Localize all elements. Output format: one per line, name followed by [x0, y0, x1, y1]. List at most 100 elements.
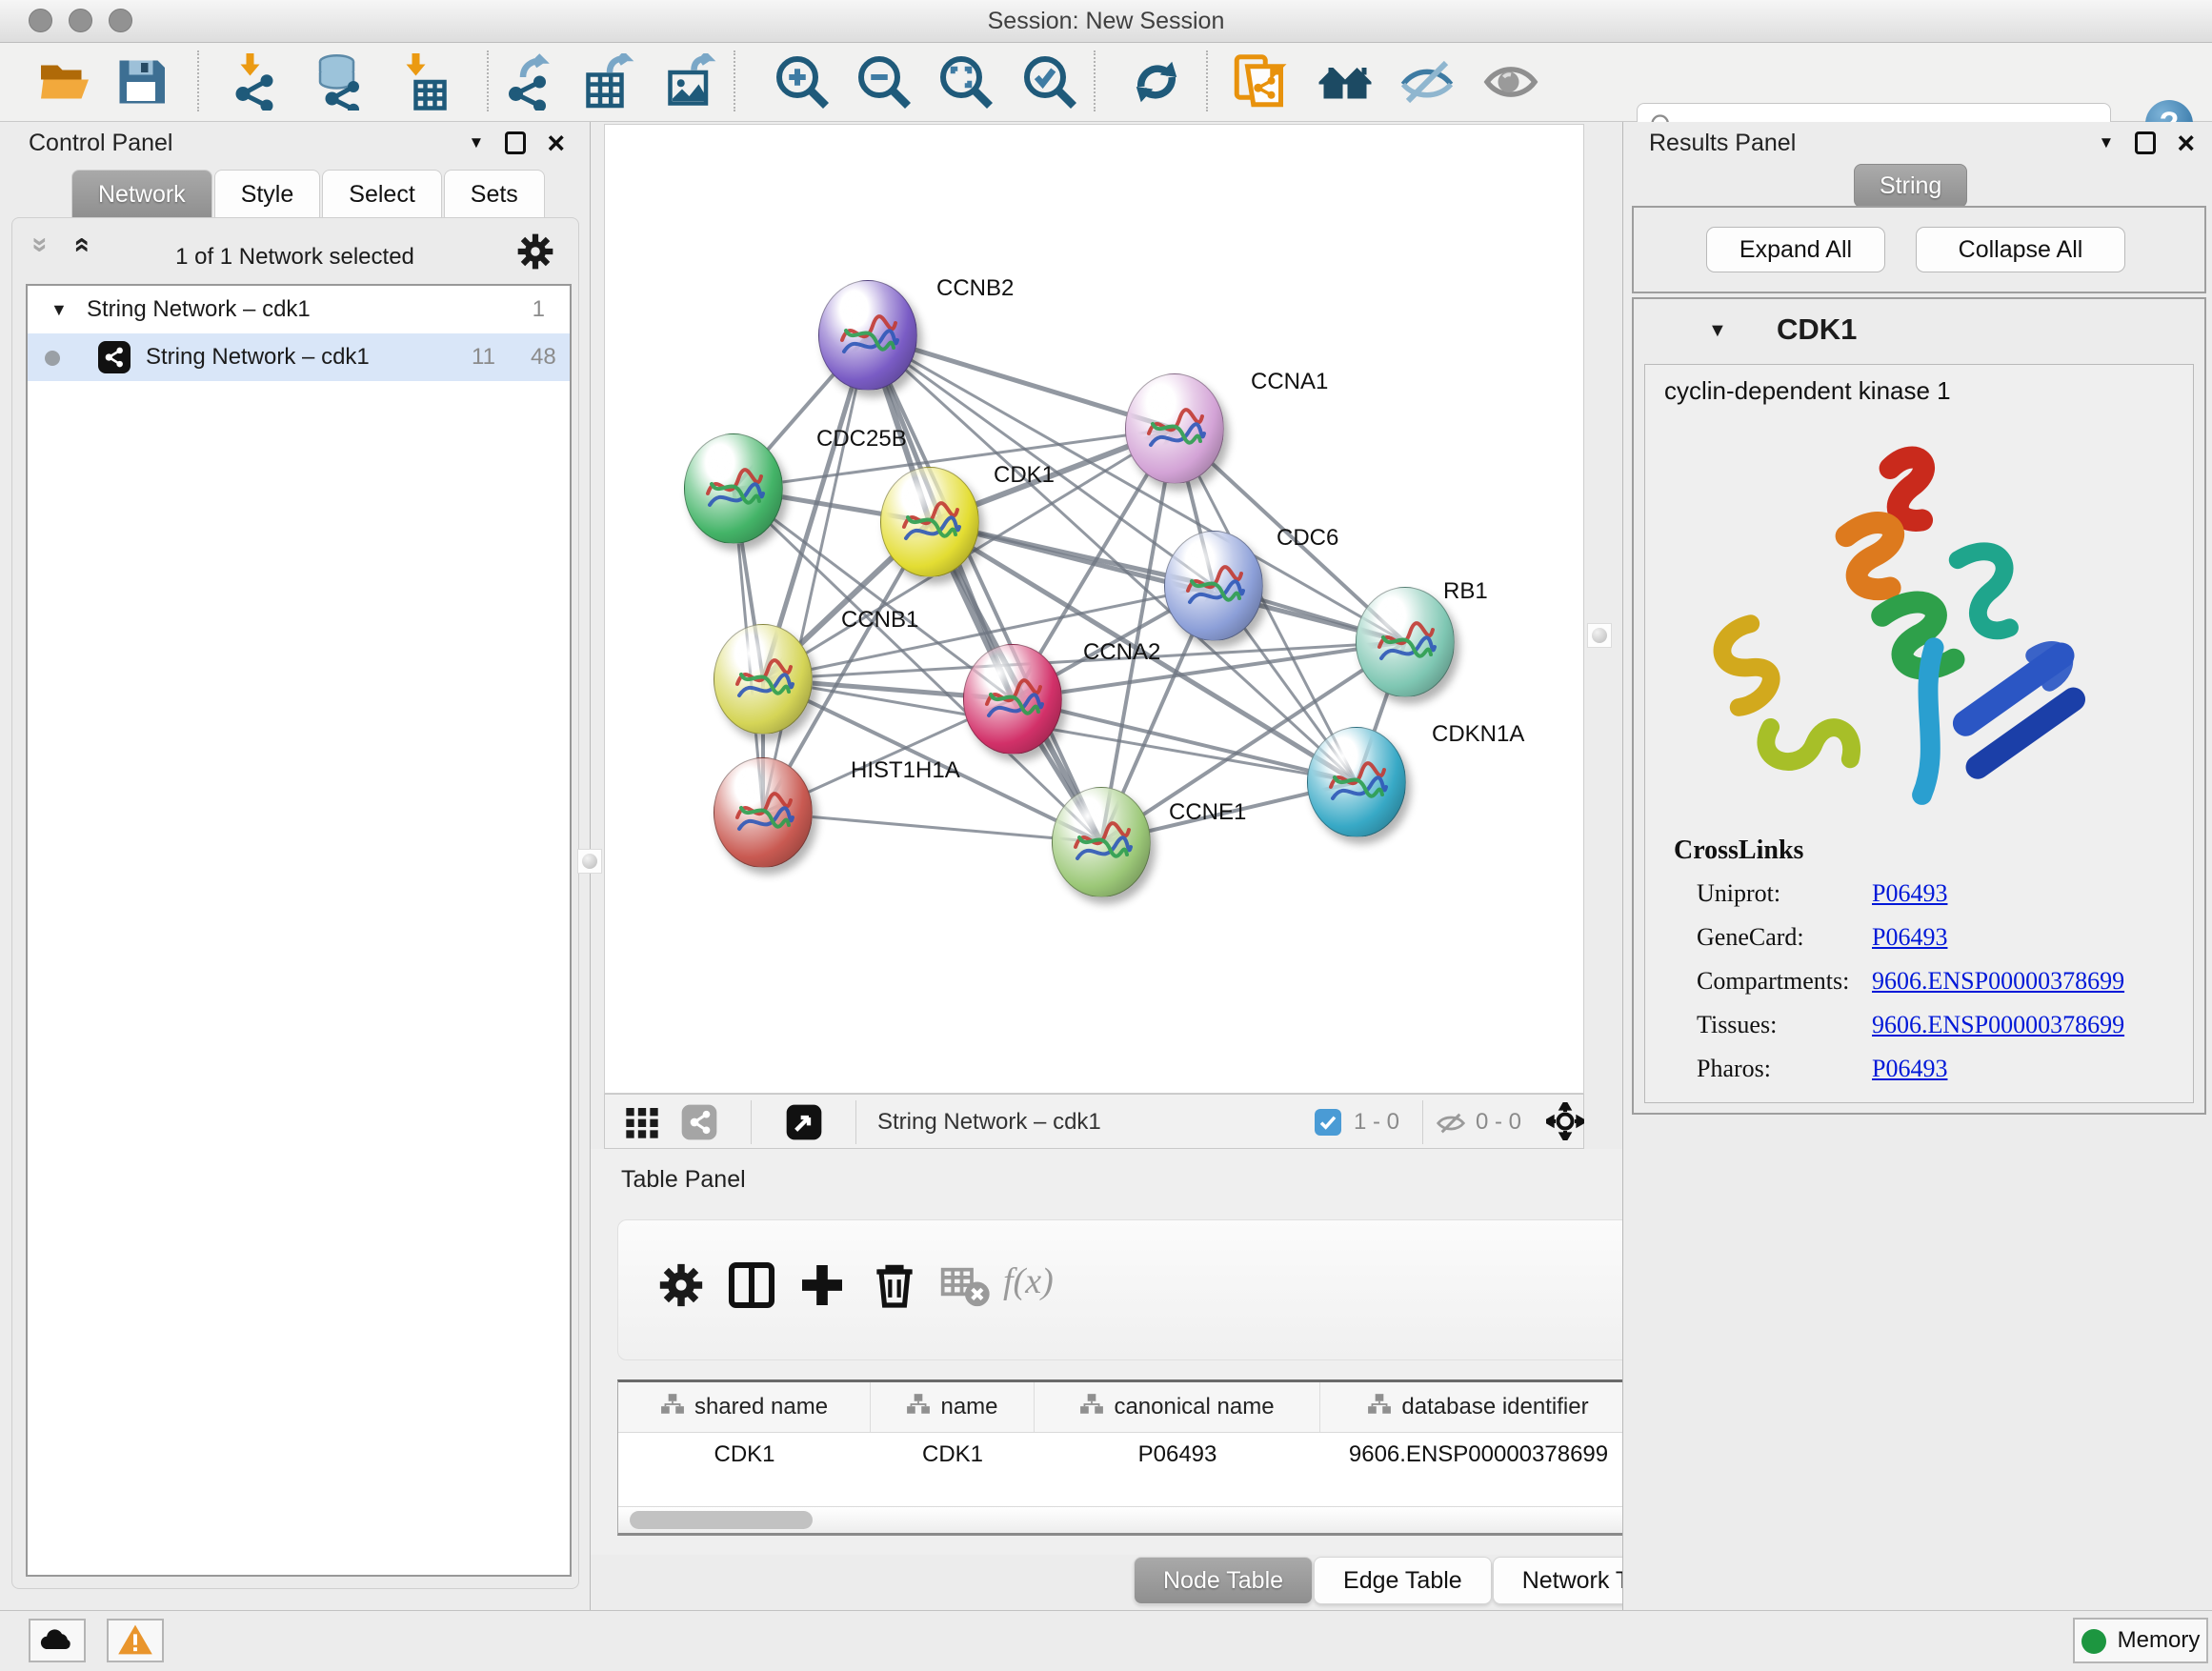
collapse-all-button[interactable]: Collapse All [1916, 227, 2125, 272]
panel-float-icon[interactable] [505, 131, 526, 154]
save-session-icon[interactable] [112, 53, 170, 111]
panel-float-icon[interactable] [2135, 131, 2156, 154]
crosslink-link[interactable]: P06493 [1872, 1055, 1947, 1083]
network-canvas[interactable]: CCNB2CCNA1CDC25BCDK1CDC6RB1CCNB1CCNA2CDK… [604, 124, 1584, 1094]
add-column-icon[interactable] [795, 1258, 849, 1312]
zoom-out-icon[interactable] [855, 53, 913, 111]
right-splitter-handle[interactable] [1587, 623, 1612, 648]
node-CCNB1[interactable] [714, 624, 813, 735]
current-network-dot-icon [45, 351, 60, 366]
tree-expand-icon[interactable]: ▼ [50, 286, 68, 333]
app-window: Session: New Session [0, 0, 2212, 1671]
protein-structure-thumbnail [1323, 749, 1392, 817]
tree-hierarchy-icon [906, 1393, 931, 1422]
import-table-file-icon[interactable] [394, 53, 452, 111]
node-label-CCNB1: CCNB1 [841, 609, 918, 632]
tab-edge-table[interactable]: Edge Table [1314, 1557, 1492, 1604]
column-header-canonical-name[interactable]: canonical name [1035, 1382, 1320, 1432]
tab-node-table[interactable]: Node Table [1134, 1557, 1313, 1604]
panel-collapse-icon[interactable]: ▼ [2098, 133, 2114, 152]
show-columns-icon[interactable] [725, 1258, 778, 1312]
tab-sets[interactable]: Sets [444, 170, 545, 218]
show-hide-eye-icon[interactable] [1398, 53, 1456, 111]
scrollbar-thumb[interactable] [630, 1511, 813, 1529]
node-CDC6[interactable] [1164, 531, 1263, 641]
node-CCNB2[interactable] [818, 280, 917, 391]
export-table-icon[interactable] [581, 53, 638, 111]
selected-checkbox-icon[interactable] [1315, 1109, 1341, 1136]
zoom-fit-icon[interactable] [937, 53, 995, 111]
node-CCNA2[interactable] [963, 644, 1062, 755]
zoom-selected-icon[interactable] [1021, 53, 1078, 111]
node-CCNA1[interactable] [1125, 373, 1224, 484]
panel-collapse-icon[interactable]: ▼ [468, 133, 484, 152]
node-HIST1H1A[interactable] [714, 757, 813, 868]
protein-structure-thumbnail [1372, 609, 1440, 677]
cloud-status-icon[interactable] [29, 1619, 86, 1662]
node-label-CDK1: CDK1 [994, 464, 1055, 487]
column-header-database-identifier[interactable]: database identifier [1320, 1382, 1637, 1432]
import-network-database-icon[interactable] [311, 53, 368, 111]
cell-shared-name[interactable]: CDK1 [618, 1433, 871, 1477]
warning-icon[interactable] [107, 1619, 164, 1662]
open-session-icon[interactable] [36, 53, 93, 111]
protein-structure-thumbnail [730, 646, 798, 715]
node-CDK1[interactable] [880, 467, 979, 577]
cell-database-identifier[interactable]: 9606.ENSP00000378699 [1320, 1433, 1637, 1477]
edge-CCNB2-HIST1H1A[interactable] [763, 335, 868, 813]
node-count: 11 [472, 333, 495, 381]
node-RB1[interactable] [1356, 587, 1455, 697]
refresh-icon[interactable] [1128, 53, 1185, 111]
results-entry-box: ▼ CDK1 cyclin-dependent kinase 1 [1632, 297, 2206, 1115]
node-CDC25B[interactable] [684, 433, 783, 544]
grid-view-icon[interactable] [623, 1103, 661, 1141]
gene-collapse-icon[interactable]: ▼ [1708, 320, 1727, 342]
delete-table-icon[interactable] [938, 1258, 992, 1312]
node-CDKN1A[interactable] [1307, 727, 1406, 837]
export-network-icon[interactable] [499, 53, 556, 111]
table-gear-icon[interactable] [654, 1258, 708, 1312]
protein-structure-thumbnail [896, 489, 965, 557]
tab-select[interactable]: Select [322, 170, 441, 218]
zoom-in-icon[interactable] [774, 53, 831, 111]
expand-all-button[interactable]: Expand All [1706, 227, 1885, 272]
delete-column-icon[interactable] [868, 1258, 921, 1312]
cell-canonical-name[interactable]: P06493 [1035, 1433, 1320, 1477]
network-row-selected[interactable]: String Network – cdk1 11 48 [28, 333, 570, 381]
column-header-name[interactable]: name [871, 1382, 1035, 1432]
import-network-file-icon[interactable] [229, 53, 286, 111]
panel-close-icon[interactable]: × [547, 133, 565, 152]
toolbar-separator [1206, 50, 1208, 111]
tab-string[interactable]: String [1854, 164, 1967, 208]
results-panel-title: Results Panel [1649, 130, 1796, 157]
duplicate-network-icon[interactable] [1231, 53, 1288, 111]
crosslink-link[interactable]: 9606.ENSP00000378699 [1872, 967, 2124, 996]
left-splitter-handle[interactable] [577, 849, 602, 874]
gear-icon[interactable] [514, 231, 556, 272]
cell-name[interactable]: CDK1 [871, 1433, 1035, 1477]
column-header-shared-name[interactable]: shared name [618, 1382, 871, 1432]
network-collection-row[interactable]: ▼ String Network – cdk1 1 [28, 286, 570, 333]
birds-eye-view-icon[interactable] [785, 1103, 823, 1141]
panel-close-icon[interactable]: × [2177, 133, 2195, 152]
export-image-icon[interactable] [663, 53, 720, 111]
fit-selected-crosshair-icon[interactable] [1546, 1102, 1584, 1140]
function-builder-icon[interactable]: f(x) [1003, 1260, 1054, 1302]
tab-network[interactable]: Network [71, 170, 212, 218]
crosslink-link[interactable]: 9606.ENSP00000378699 [1872, 1011, 2124, 1039]
footer-separator [855, 1100, 856, 1144]
node-CCNE1[interactable] [1052, 787, 1151, 897]
network-share-icon[interactable] [680, 1103, 718, 1141]
crosslink-link[interactable]: P06493 [1872, 923, 1947, 952]
protein-structure-thumbnail [730, 779, 798, 848]
string-home-icon[interactable] [1317, 53, 1374, 111]
window-title: Session: New Session [0, 0, 2212, 42]
protein-structure-image [1691, 432, 2129, 832]
gene-header-row[interactable]: ▼ CDK1 [1634, 309, 2204, 356]
crosslink-link[interactable]: P06493 [1872, 879, 1947, 908]
memory-button[interactable]: Memory [2073, 1618, 2208, 1663]
preview-eye-icon[interactable] [1482, 53, 1539, 111]
tab-style[interactable]: Style [214, 170, 321, 218]
hidden-eye-slash-icon[interactable] [1436, 1108, 1466, 1143]
network-type-icon [98, 341, 131, 373]
